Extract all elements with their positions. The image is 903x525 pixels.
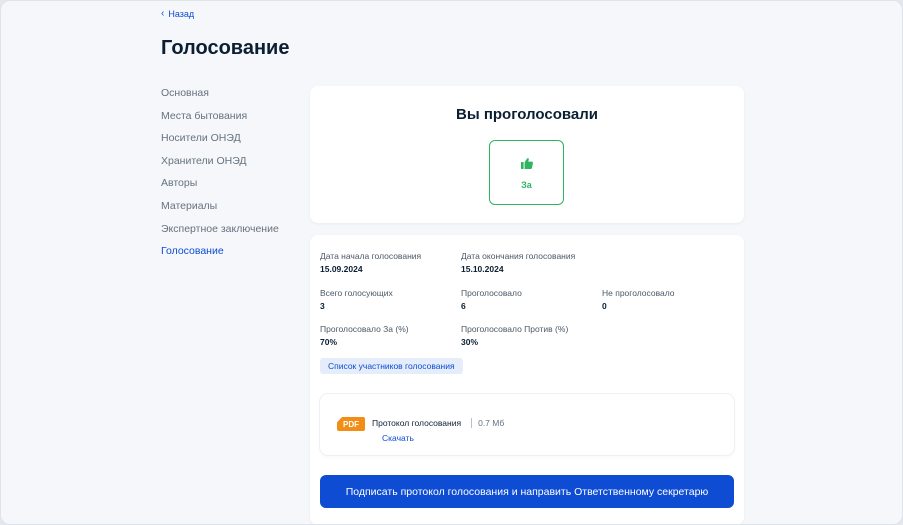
voted-against-label: Проголосовало Против (%)	[461, 324, 569, 334]
back-label: Назад	[168, 9, 195, 19]
sign-protocol-button[interactable]: Подписать протокол голосования и направи…	[320, 475, 734, 508]
sidebar-item-carriers[interactable]: Носители ОНЭД	[161, 132, 301, 155]
participants-list-link[interactable]: Список участников голосования	[320, 358, 463, 374]
start-date-field: Дата начала голосования 15.09.2024	[320, 251, 421, 274]
end-date-field: Дата окончания голосования 15.10.2024	[461, 251, 575, 274]
back-link[interactable]: ‹ Назад	[161, 8, 195, 20]
not-voted-value: 0	[602, 301, 607, 311]
end-date-label: Дата окончания голосования	[461, 251, 576, 261]
sidebar-item-main[interactable]: Основная	[161, 87, 301, 110]
file-name: Протокол голосования	[372, 418, 462, 428]
file-divider	[471, 418, 473, 428]
voted-for-field: Проголосовало За (%) 70%	[320, 324, 409, 347]
voted-label: Проголосовало	[461, 288, 522, 298]
total-voters-label: Всего голосующих	[320, 288, 393, 298]
thumbs-up-icon	[520, 156, 533, 174]
app-frame: ‹ Назад Голосование Основная Места бытов…	[0, 0, 903, 525]
sidebar-item-materials[interactable]: Материалы	[161, 200, 301, 223]
file-size: 0.7 Мб	[478, 418, 505, 428]
page-title: Голосование	[161, 37, 290, 59]
sidebar-item-expert-conclusion[interactable]: Экспертное заключение	[161, 223, 301, 246]
pdf-file-icon: PDF	[337, 417, 365, 431]
sidebar-nav: Основная Места бытования Носители ОНЭД Х…	[161, 87, 301, 268]
voted-field: Проголосовало 6	[461, 288, 522, 311]
start-date-value: 15.09.2024	[320, 264, 363, 274]
protocol-file-card: PDF Протокол голосования 0.7 Мб Скачать	[320, 394, 734, 455]
voted-value: 6	[461, 301, 466, 311]
voted-for-label: Проголосовало За (%)	[320, 324, 409, 334]
voted-for-value: 70%	[320, 337, 338, 347]
not-voted-label: Не проголосовало	[602, 288, 675, 298]
vote-result-title: Вы проголосовали	[456, 106, 598, 123]
vote-choice-for: За	[489, 140, 564, 205]
end-date-value: 15.10.2024	[461, 264, 504, 274]
sidebar-item-keepers[interactable]: Хранители ОНЭД	[161, 155, 301, 178]
total-voters-value: 3	[320, 301, 325, 311]
vote-result-card: Вы проголосовали За	[310, 86, 744, 223]
voting-info-card: Дата начала голосования 15.09.2024 Дата …	[310, 235, 744, 524]
sidebar-item-locations[interactable]: Места бытования	[161, 110, 301, 133]
start-date-label: Дата начала голосования	[320, 251, 422, 261]
voted-against-field: Проголосовало Против (%) 30%	[461, 324, 568, 347]
not-voted-field: Не проголосовало 0	[602, 288, 675, 311]
chevron-left-icon: ‹	[161, 8, 165, 19]
download-link[interactable]: Скачать	[382, 433, 414, 443]
sidebar-item-authors[interactable]: Авторы	[161, 177, 301, 200]
vote-choice-label: За	[521, 179, 532, 190]
total-voters-field: Всего голосующих 3	[320, 288, 393, 311]
file-info: Протокол голосования 0.7 Мб	[372, 418, 504, 428]
sidebar-item-voting[interactable]: Голосование	[161, 245, 301, 268]
voted-against-value: 30%	[461, 337, 479, 347]
